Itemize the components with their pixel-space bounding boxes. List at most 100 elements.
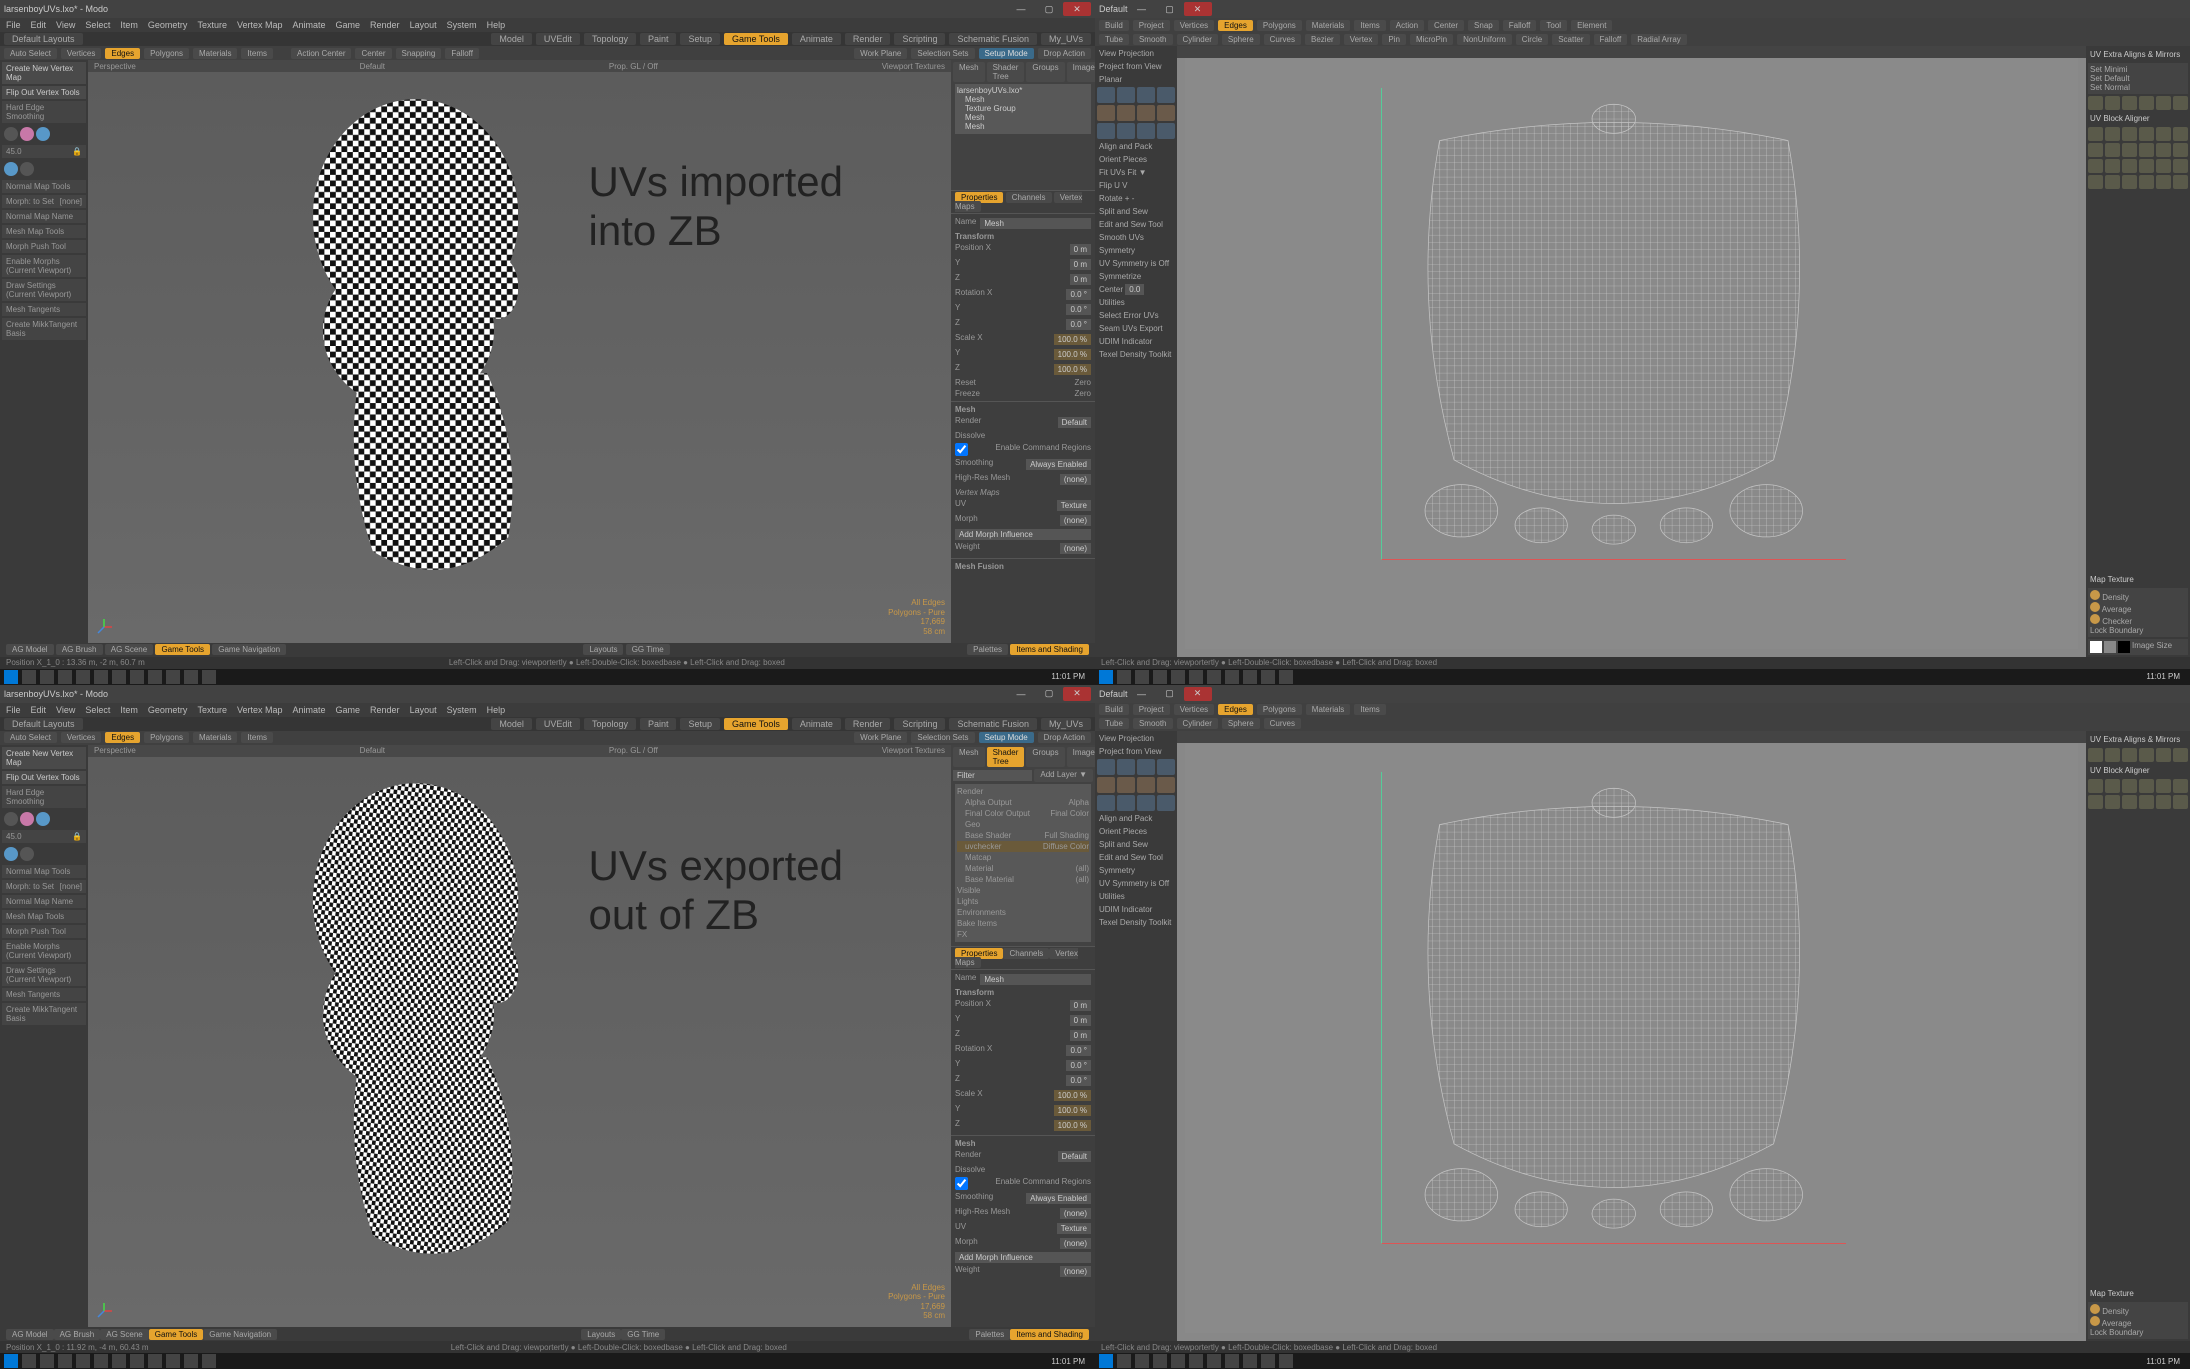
name-field[interactable]: Mesh: [980, 218, 1091, 229]
rotate-btns[interactable]: Rotate + -: [1097, 193, 1175, 204]
align-btn[interactable]: [2105, 748, 2120, 762]
color-white[interactable]: [2090, 641, 2102, 653]
uv-cylinder[interactable]: Cylinder: [1177, 718, 1218, 729]
proj-btn[interactable]: [1137, 87, 1155, 103]
tab-render[interactable]: Render: [845, 718, 891, 730]
uv-radial[interactable]: Radial Array: [1631, 34, 1687, 45]
menu-file[interactable]: File: [6, 20, 21, 30]
uv-viewport-header[interactable]: [1177, 46, 2086, 58]
tab-setup[interactable]: Setup: [680, 33, 720, 45]
vp-textures[interactable]: Viewport Textures: [882, 746, 945, 755]
items-shading-btn[interactable]: Items and Shading: [1010, 1329, 1089, 1340]
block-btn[interactable]: [2139, 127, 2154, 141]
checker[interactable]: Checker: [2102, 617, 2132, 626]
uv-bezier[interactable]: Bezier: [1305, 34, 1340, 45]
proj-btn[interactable]: [1137, 795, 1155, 811]
render-mode[interactable]: Default: [1058, 417, 1091, 428]
create-mikk-tangent[interactable]: Create MikkTangent Basis: [2, 318, 86, 340]
vp-shading[interactable]: Default: [360, 746, 385, 755]
block-btn[interactable]: [2173, 795, 2188, 809]
tree-item[interactable]: Mesh: [957, 95, 1089, 104]
block-btn[interactable]: [2122, 795, 2137, 809]
enable-cr-checkbox[interactable]: [955, 443, 968, 456]
enable-morphs[interactable]: Enable Morphs (Current Viewport): [2, 255, 86, 277]
ag-model[interactable]: AG Model: [6, 1329, 54, 1340]
flip-u[interactable]: U: [1114, 181, 1120, 190]
align-btn[interactable]: [2088, 748, 2103, 762]
selection-sets[interactable]: Selection Sets: [911, 732, 974, 743]
uv-tube[interactable]: Tube: [1099, 718, 1129, 729]
uv-edges[interactable]: Edges: [1218, 20, 1253, 31]
orient-pieces[interactable]: Orient Pieces: [1097, 154, 1175, 165]
uv-nonuniform[interactable]: NonUniform: [1457, 34, 1512, 45]
morph-push-tool[interactable]: Morph Push Tool: [2, 925, 86, 938]
start-button[interactable]: [4, 1354, 18, 1368]
align-btn[interactable]: [2088, 96, 2103, 110]
uv-build[interactable]: Build: [1099, 704, 1129, 715]
menu-file[interactable]: File: [6, 705, 21, 715]
fit-dropdown[interactable]: Fit ▼: [1127, 168, 1146, 177]
close-button[interactable]: ✕: [1184, 687, 1212, 701]
tab-animate[interactable]: Animate: [792, 718, 841, 730]
mesh-header[interactable]: Mesh: [955, 405, 975, 414]
pos-x[interactable]: 0 m: [1070, 1000, 1091, 1011]
menu-view[interactable]: View: [56, 20, 75, 30]
sphere-blue-icon[interactable]: [36, 812, 50, 826]
items-shading-btn[interactable]: Items and Shading: [1010, 644, 1089, 655]
taskbar-app[interactable]: [58, 670, 72, 684]
proj-btn[interactable]: [1137, 759, 1155, 775]
uv-polygons[interactable]: Polygons: [1257, 704, 1302, 715]
normal-map-name[interactable]: Normal Map Name: [2, 210, 86, 223]
taskbar-app[interactable]: [202, 1354, 216, 1368]
proj-btn[interactable]: [1097, 795, 1115, 811]
vertices-mode[interactable]: Vertices: [61, 732, 101, 743]
uv-vertex[interactable]: Vertex: [1344, 34, 1379, 45]
scale-z[interactable]: 100.0 %: [1054, 364, 1091, 375]
rot-x[interactable]: 0.0 °: [1066, 289, 1091, 300]
align-btn[interactable]: [2139, 96, 2154, 110]
menu-system[interactable]: System: [447, 705, 477, 715]
taskbar-app[interactable]: [148, 1354, 162, 1368]
proj-btn[interactable]: [1097, 87, 1115, 103]
tab-game-tools[interactable]: Game Tools: [724, 33, 788, 45]
lp-create-vmap[interactable]: Create New Vertex Map: [2, 747, 86, 769]
menu-select[interactable]: Select: [85, 20, 110, 30]
drop-action[interactable]: Drop Action: [1038, 732, 1091, 743]
proj-btn[interactable]: [1157, 105, 1175, 121]
block-btn[interactable]: [2088, 159, 2103, 173]
smoothing-mode[interactable]: Always Enabled: [1026, 1193, 1091, 1204]
create-mikk-tangent[interactable]: Create MikkTangent Basis: [2, 1003, 86, 1025]
palettes-btn[interactable]: Palettes: [967, 644, 1008, 655]
tab-model[interactable]: Model: [491, 718, 532, 730]
snapping[interactable]: Snapping: [396, 48, 442, 59]
project-from-view[interactable]: Project from View: [1097, 746, 1175, 757]
proj-btn[interactable]: [1117, 777, 1135, 793]
proj-btn[interactable]: [1157, 759, 1175, 775]
tree-item[interactable]: Mesh: [957, 122, 1089, 131]
proj-btn[interactable]: [1137, 105, 1155, 121]
proj-btn[interactable]: [1117, 105, 1135, 121]
block-btn[interactable]: [2122, 779, 2137, 793]
block-btn[interactable]: [2139, 175, 2154, 189]
prop-tab-mesh[interactable]: Mesh: [953, 62, 985, 82]
proj-btn[interactable]: [1097, 105, 1115, 121]
set-minimi[interactable]: Set Minimi: [2090, 65, 2186, 74]
block-btn[interactable]: [2088, 143, 2103, 157]
axis-gizmo-icon[interactable]: [94, 617, 114, 637]
taskbar-app[interactable]: [22, 1354, 36, 1368]
uv-symmetry-state[interactable]: UV Symmetry is Off: [1097, 258, 1175, 269]
taskbar-app[interactable]: [1261, 1354, 1275, 1368]
layouts-btn[interactable]: Layouts: [583, 644, 623, 655]
uv-items[interactable]: Items: [1354, 704, 1386, 715]
vp-prop-gl[interactable]: Prop. GL / Off: [609, 62, 658, 71]
sphere-icon[interactable]: [4, 812, 18, 826]
rot-z[interactable]: 0.0 °: [1066, 1075, 1091, 1086]
taskbar-app[interactable]: [184, 1354, 198, 1368]
block-btn[interactable]: [2139, 779, 2154, 793]
game-tools-btn[interactable]: Game Tools: [155, 644, 210, 655]
orient-pieces[interactable]: Orient Pieces: [1097, 826, 1175, 837]
taskbar-app[interactable]: [1153, 1354, 1167, 1368]
menu-geometry[interactable]: Geometry: [148, 20, 188, 30]
taskbar-app[interactable]: [58, 1354, 72, 1368]
game-nav-btn[interactable]: Game Navigation: [212, 644, 286, 655]
